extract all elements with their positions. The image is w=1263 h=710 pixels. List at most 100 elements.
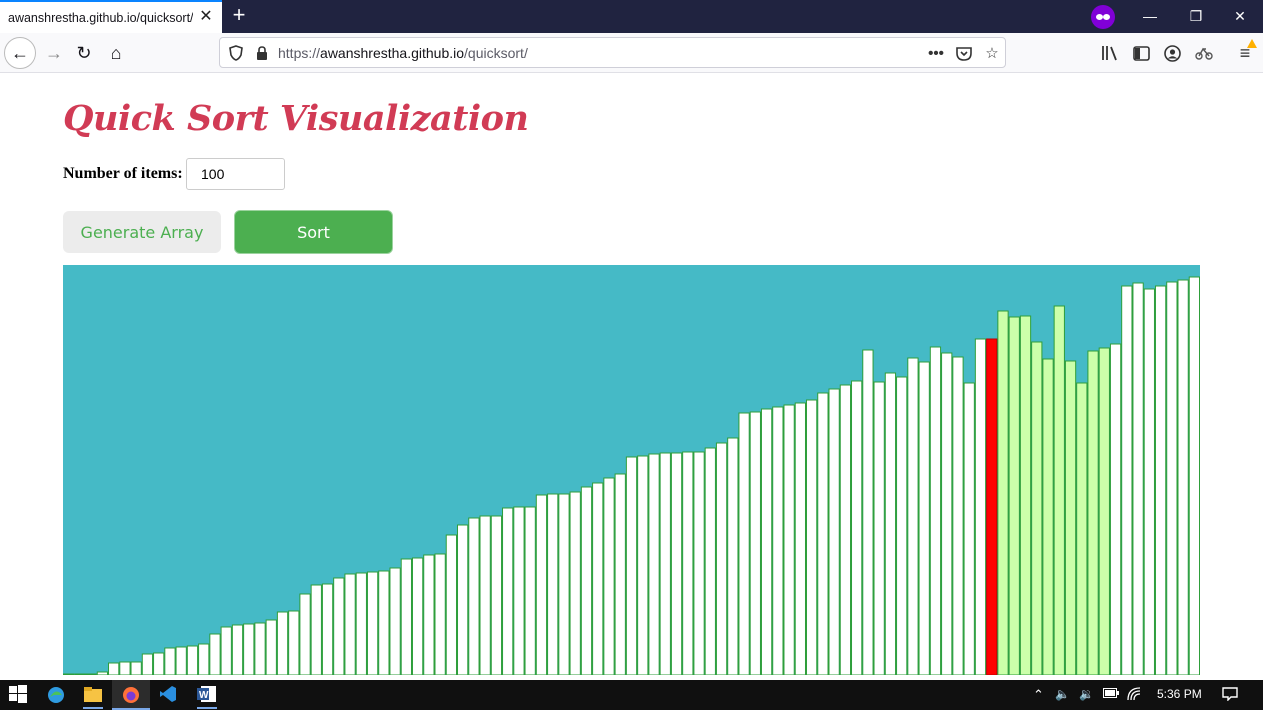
array-bar xyxy=(839,384,852,675)
items-label: Number of items: xyxy=(63,165,183,182)
array-bar xyxy=(490,515,503,675)
array-bar xyxy=(63,673,75,675)
url-bar[interactable]: https://awanshrestha.github.io/quicksort… xyxy=(219,37,1006,68)
window-close-icon[interactable]: ✕ xyxy=(1217,0,1263,33)
array-bar xyxy=(411,557,424,675)
array-bar xyxy=(929,346,942,675)
warning-icon xyxy=(1247,39,1257,48)
volume-icon[interactable]: 🔉 xyxy=(1079,687,1094,701)
minimize-icon[interactable]: — xyxy=(1127,0,1173,33)
array-bar xyxy=(434,553,446,675)
array-bar xyxy=(783,404,795,675)
browser-tabstrip: awanshrestha.github.io/quicksort/ ✕ + — … xyxy=(0,0,1263,33)
array-bar xyxy=(682,451,694,675)
array-bar xyxy=(907,357,919,675)
array-bar xyxy=(547,493,559,675)
reload-icon[interactable]: ↻ xyxy=(68,37,100,69)
array-bar xyxy=(108,662,120,675)
back-arrow-icon[interactable]: ← xyxy=(4,37,36,69)
array-bar xyxy=(186,645,199,675)
array-bar xyxy=(243,623,255,675)
speaker-icon[interactable]: 🔈 xyxy=(1055,687,1070,701)
windows-start-icon[interactable] xyxy=(9,685,29,705)
array-bar xyxy=(479,515,491,675)
firefox-taskbar-item[interactable] xyxy=(112,680,150,710)
array-bar xyxy=(603,477,615,675)
generate-array-button[interactable]: Generate Array xyxy=(63,211,221,253)
array-bar xyxy=(1098,347,1110,675)
pocket-icon[interactable] xyxy=(954,43,974,63)
array-bar xyxy=(1109,343,1122,675)
vscode-icon[interactable] xyxy=(159,685,179,705)
array-bar xyxy=(1008,316,1020,675)
array-bar xyxy=(1121,285,1133,675)
array-bar xyxy=(524,506,536,675)
array-bar xyxy=(952,356,964,675)
number-of-items-input[interactable] xyxy=(186,158,285,190)
array-bar xyxy=(558,493,570,675)
array-bar xyxy=(366,571,379,675)
new-tab-icon[interactable]: + xyxy=(228,4,250,26)
array-bar xyxy=(1031,341,1043,675)
array-bar xyxy=(862,349,874,675)
sort-button[interactable]: Sort xyxy=(234,210,393,254)
array-bar xyxy=(378,570,390,675)
array-bar xyxy=(265,619,277,675)
array-bar xyxy=(918,361,930,675)
lock-icon[interactable] xyxy=(252,43,272,63)
array-bar xyxy=(513,506,525,675)
array-bar xyxy=(1087,350,1099,675)
bookmark-star-icon[interactable]: ☆ xyxy=(982,43,1002,63)
array-bar xyxy=(333,577,345,675)
array-bar xyxy=(625,456,638,675)
array-bar xyxy=(569,491,581,675)
home-icon[interactable]: ⌂ xyxy=(100,37,132,69)
array-bar xyxy=(502,507,514,675)
sort-visualization xyxy=(63,265,1200,675)
sidebar-icon[interactable] xyxy=(1131,43,1151,63)
array-bar xyxy=(974,338,987,675)
extensions-icon[interactable] xyxy=(1194,43,1214,63)
more-actions-icon[interactable]: ••• xyxy=(926,43,946,63)
word-icon[interactable]: W xyxy=(197,685,217,709)
page-title: Quick Sort Visualization xyxy=(63,98,529,139)
library-icon[interactable] xyxy=(1100,43,1120,63)
array-bar xyxy=(580,486,593,675)
array-bar xyxy=(1019,315,1032,675)
close-icon[interactable]: ✕ xyxy=(198,9,214,25)
browser-tab[interactable]: awanshrestha.github.io/quicksort/ ✕ xyxy=(0,0,222,33)
url-text[interactable]: https://awanshrestha.github.io/quicksort… xyxy=(278,45,528,61)
array-bar xyxy=(423,554,435,675)
array-bar xyxy=(805,399,818,675)
account-icon[interactable] xyxy=(1162,43,1182,63)
array-bar xyxy=(1042,358,1054,675)
battery-icon[interactable] xyxy=(1103,687,1119,701)
array-bar xyxy=(1132,282,1144,675)
wifi-icon[interactable] xyxy=(1127,687,1141,704)
array-bar xyxy=(130,661,142,675)
nav-toolbar: ← → ↻ ⌂ https://awanshrestha.github.io/q… xyxy=(0,33,1263,73)
array-bar xyxy=(884,372,897,675)
clock[interactable]: 5:36 PM xyxy=(1157,687,1202,701)
array-bar xyxy=(1166,281,1178,675)
array-bar xyxy=(321,583,334,675)
shield-icon[interactable] xyxy=(226,43,246,63)
taskbar: W ⌃ 🔈 🔉 5:36 PM xyxy=(0,680,1263,710)
array-bar xyxy=(310,584,322,675)
array-bar xyxy=(355,572,367,675)
restore-icon[interactable]: ❐ xyxy=(1173,0,1219,33)
array-bar xyxy=(164,647,176,675)
edge-icon[interactable] xyxy=(46,685,66,705)
forward-arrow-icon[interactable]: → xyxy=(38,37,70,69)
array-bar xyxy=(1154,285,1167,675)
array-bar xyxy=(344,573,356,675)
array-bar xyxy=(614,473,626,675)
array-bar xyxy=(648,453,660,675)
tray-chevron-icon[interactable]: ⌃ xyxy=(1033,687,1044,703)
file-explorer-icon[interactable] xyxy=(83,685,103,709)
array-bar xyxy=(772,406,784,675)
array-bar xyxy=(209,633,221,675)
array-bar xyxy=(254,622,266,675)
notifications-icon[interactable] xyxy=(1222,687,1238,704)
firefox-icon xyxy=(123,687,139,703)
